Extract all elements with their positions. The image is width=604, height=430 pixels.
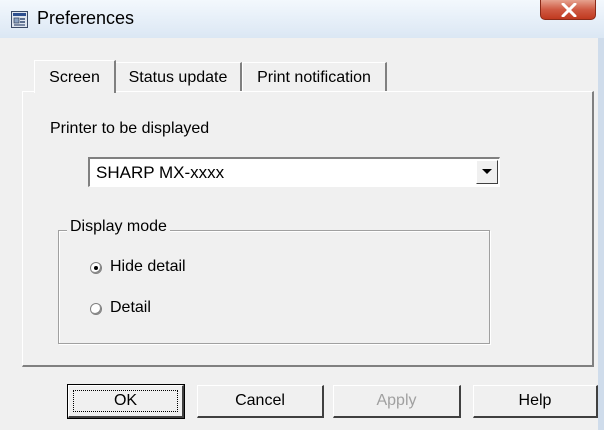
printer-label: Printer to be displayed: [50, 120, 210, 137]
help-button[interactable]: Help: [473, 385, 598, 418]
tab-print-notification[interactable]: Print notification: [242, 62, 387, 91]
help-button-label: Help: [518, 392, 552, 409]
apply-button-label: Apply: [376, 392, 417, 409]
tab-screen[interactable]: Screen: [34, 60, 116, 93]
printer-select-dropdown-button[interactable]: [476, 160, 498, 184]
ok-button-label: OK: [113, 392, 138, 409]
close-button[interactable]: [540, 0, 596, 20]
radio-detail[interactable]: [90, 303, 102, 315]
display-mode-group: [58, 230, 490, 344]
tab-label: Status update: [128, 69, 228, 86]
printer-monitor-icon: [11, 11, 28, 28]
preferences-window: Preferences Screen Status update Print n…: [0, 0, 604, 430]
ok-button[interactable]: OK: [67, 384, 185, 419]
display-mode-label: Display mode: [67, 218, 170, 236]
tab-label: Print notification: [257, 69, 371, 86]
window-frame-right: [598, 38, 604, 430]
radio-hide-detail-label[interactable]: Hide detail: [110, 258, 186, 276]
apply-button[interactable]: Apply: [333, 385, 461, 418]
title-bar[interactable]: Preferences: [0, 0, 604, 38]
printer-select[interactable]: SHARP MX-xxxx: [88, 157, 500, 187]
radio-selected-dot: [94, 266, 98, 270]
window-title: Preferences: [37, 8, 135, 28]
tab-label: Screen: [49, 69, 100, 86]
cancel-button[interactable]: Cancel: [197, 385, 324, 418]
cancel-button-label: Cancel: [235, 392, 285, 409]
printer-select-value: SHARP MX-xxxx: [96, 163, 225, 182]
tab-status-update[interactable]: Status update: [115, 62, 242, 91]
radio-detail-label[interactable]: Detail: [110, 299, 151, 317]
radio-hide-detail[interactable]: [90, 262, 102, 274]
